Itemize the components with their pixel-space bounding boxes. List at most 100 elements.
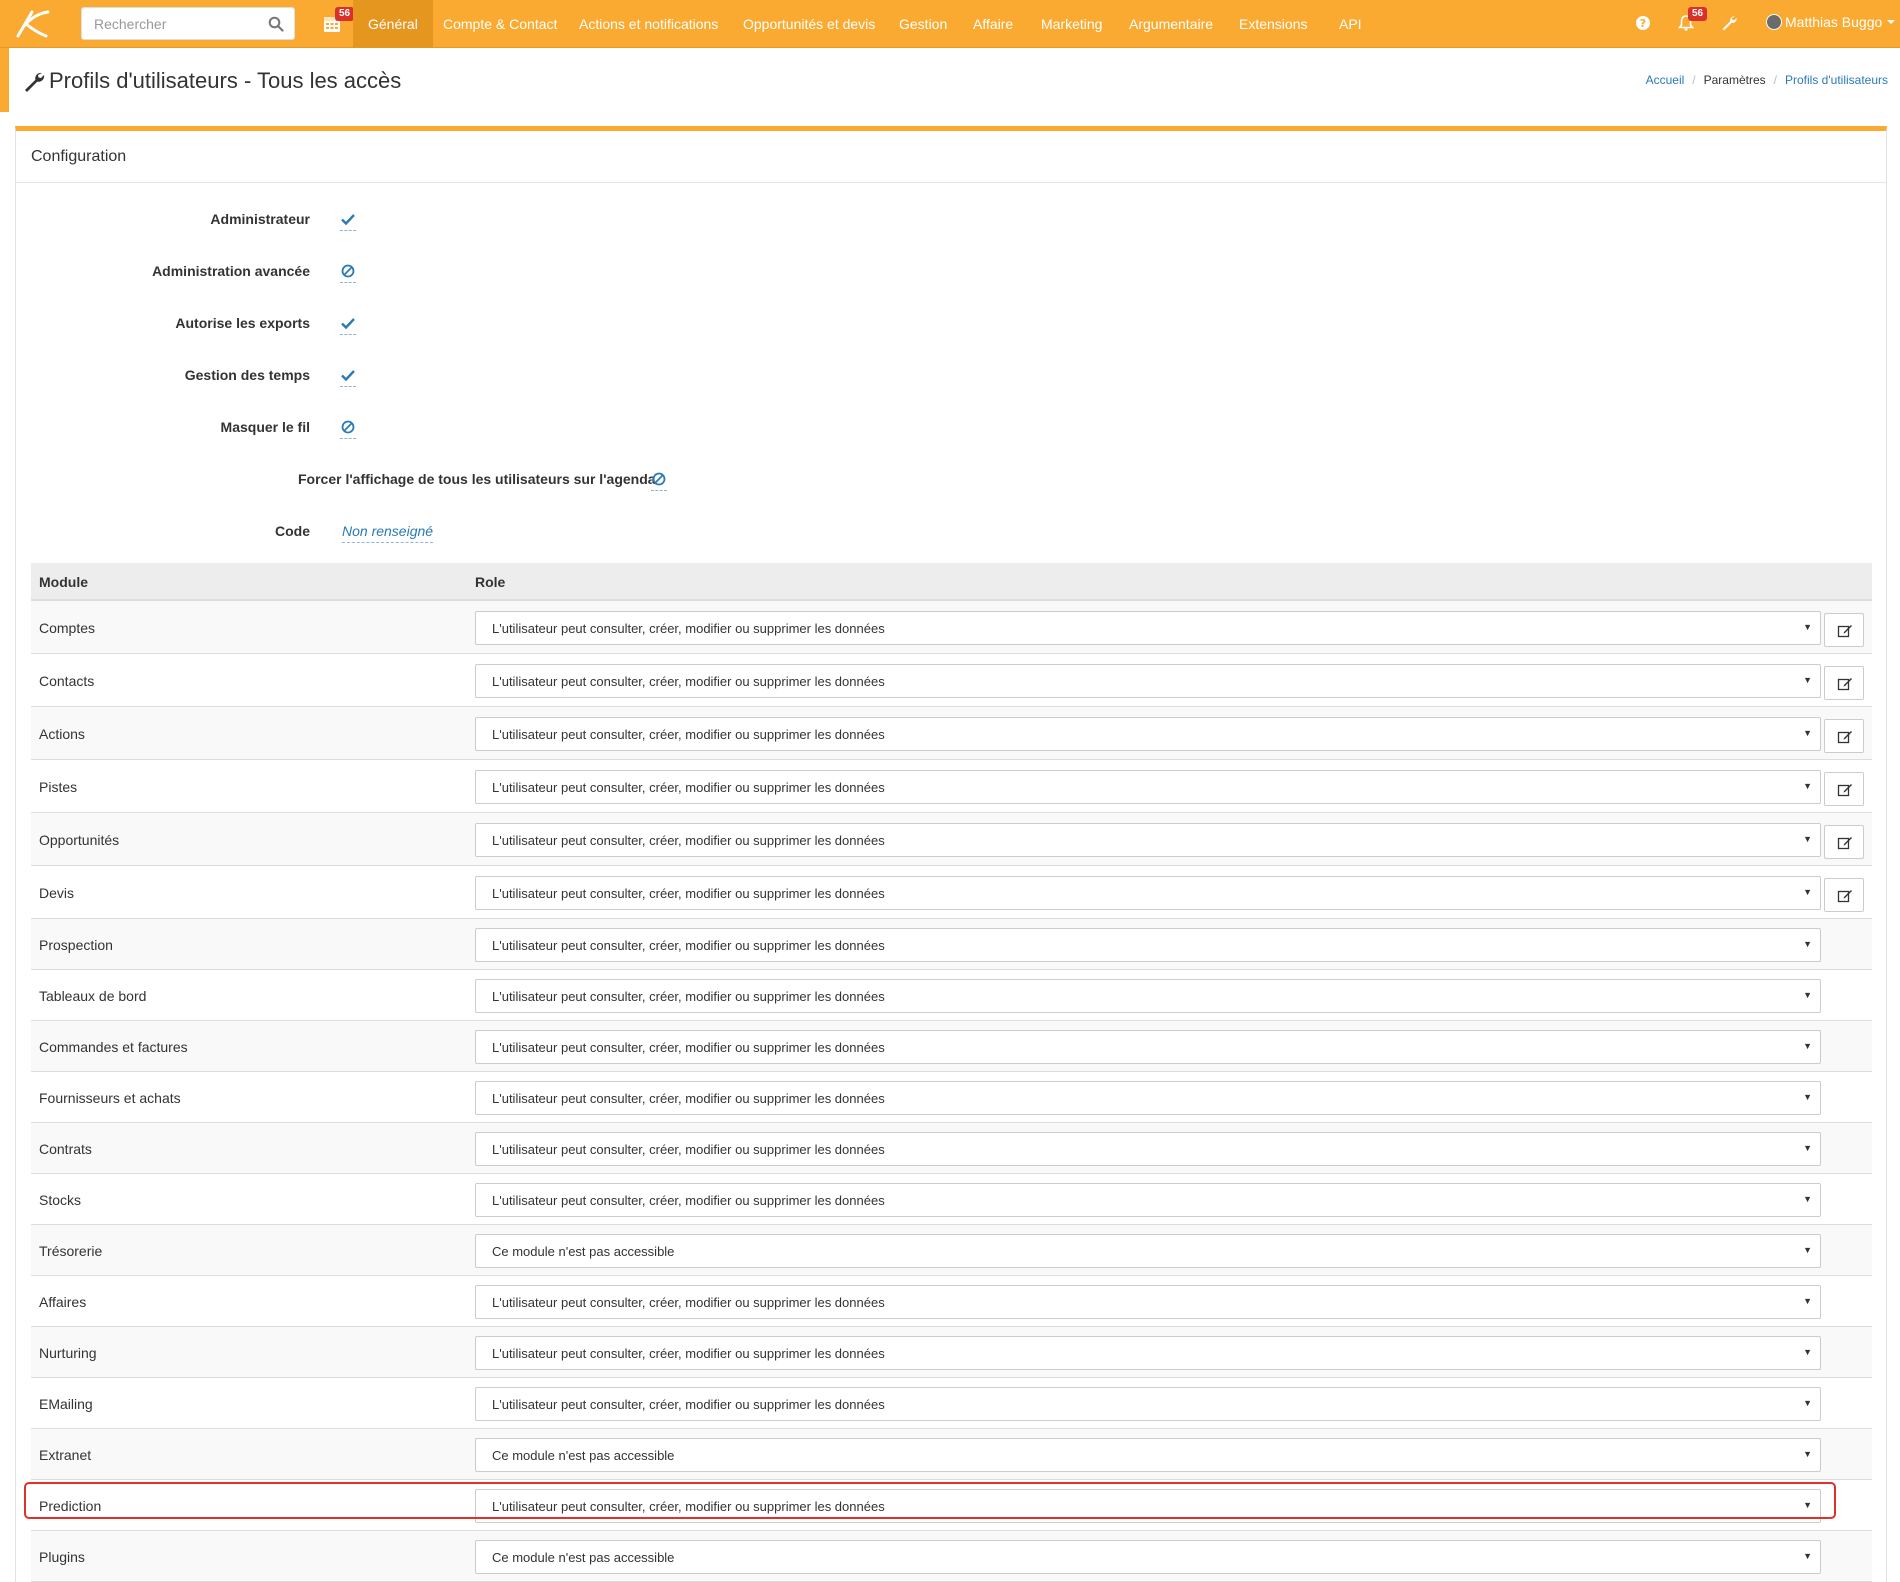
breadcrumb-accueil[interactable]: Accueil [1646, 73, 1685, 87]
app-logo[interactable] [12, 6, 52, 42]
edit-button[interactable] [1824, 878, 1864, 912]
configuration-panel: Configuration Administrateur Administrat… [15, 126, 1887, 1582]
module-role-table: Module Role Comptes L'utilisateur peut co… [31, 563, 1872, 1582]
caret-down-icon [1887, 20, 1896, 24]
edit-icon [1837, 837, 1852, 850]
role-select[interactable]: L'utilisateur peut consulter, créer, mod… [475, 928, 1821, 962]
svg-text:?: ? [1640, 17, 1646, 30]
setting-value-code[interactable]: Non renseigné [342, 523, 434, 543]
help-icon[interactable]: ? [1634, 14, 1652, 32]
search-box[interactable]: Rechercher [81, 7, 295, 40]
module-name: Opportunités [39, 832, 120, 848]
ban-icon [341, 420, 355, 434]
search-icon[interactable] [268, 16, 284, 32]
role-select[interactable]: L'utilisateur peut consulter, créer, mod… [475, 1081, 1821, 1115]
panel-title: Configuration [16, 131, 1886, 183]
setting-value-masquer-fil[interactable] [340, 419, 356, 439]
nav-gestion[interactable]: Gestion [884, 0, 962, 48]
role-select[interactable]: Ce module n'est pas accessible ▼ [475, 1438, 1821, 1472]
role-select-value: L'utilisateur peut consulter, créer, mod… [492, 1397, 885, 1412]
edit-button[interactable] [1824, 825, 1864, 859]
user-menu[interactable]: Matthias Buggo [1766, 14, 1896, 30]
module-name: Trésorerie [39, 1243, 103, 1259]
nav-actions-notifications[interactable]: Actions et notifications [564, 0, 733, 48]
module-name: Nurturing [39, 1345, 97, 1361]
module-name: Commandes et factures [39, 1039, 188, 1055]
role-select[interactable]: L'utilisateur peut consulter, créer, mod… [475, 876, 1821, 910]
role-select-value: L'utilisateur peut consulter, créer, mod… [492, 674, 885, 689]
breadcrumb-profils[interactable]: Profils d'utilisateurs [1785, 73, 1888, 87]
module-name: Comptes [39, 620, 96, 636]
table-body: Comptes L'utilisateur peut consulter, cré… [31, 601, 1872, 1582]
role-select[interactable]: L'utilisateur peut consulter, créer, mod… [475, 1132, 1821, 1166]
dropdown-arrow-icon: ▼ [1803, 622, 1812, 632]
role-select[interactable]: Ce module n'est pas accessible ▼ [475, 1234, 1821, 1268]
role-select[interactable]: L'utilisateur peut consulter, créer, mod… [475, 770, 1821, 804]
nav-general[interactable]: Général [353, 0, 433, 48]
module-name: Fournisseurs et achats [39, 1090, 181, 1106]
role-select-value: L'utilisateur peut consulter, créer, mod… [492, 833, 885, 848]
module-name: EMailing [39, 1396, 93, 1412]
setting-value-administration-avancee[interactable] [340, 263, 356, 283]
role-select[interactable]: L'utilisateur peut consulter, créer, mod… [475, 611, 1821, 645]
avatar [1766, 14, 1782, 30]
table-header: Module Role [31, 563, 1872, 601]
role-select[interactable]: L'utilisateur peut consulter, créer, mod… [475, 979, 1821, 1013]
edit-icon [1837, 731, 1852, 744]
setting-label-code: Code [275, 523, 310, 539]
edit-button[interactable] [1824, 613, 1864, 647]
role-select[interactable]: L'utilisateur peut consulter, créer, mod… [475, 1489, 1821, 1523]
table-row: Prediction L'utilisateur peut consulter, … [31, 1480, 1872, 1531]
table-row: EMailing L'utilisateur peut consulter, cr… [31, 1378, 1872, 1429]
dropdown-arrow-icon: ▼ [1803, 1398, 1812, 1408]
breadcrumb-parametres[interactable]: Paramètres [1704, 73, 1766, 87]
role-select[interactable]: L'utilisateur peut consulter, créer, mod… [475, 717, 1821, 751]
role-select[interactable]: L'utilisateur peut consulter, créer, mod… [475, 1030, 1821, 1064]
role-select[interactable]: Ce module n'est pas accessible ▼ [475, 1540, 1821, 1574]
setting-label-gestion-temps: Gestion des temps [184, 367, 310, 383]
calendar-badge: 56 [335, 7, 355, 21]
breadcrumb-separator: / [1773, 73, 1777, 87]
role-select[interactable]: L'utilisateur peut consulter, créer, mod… [475, 664, 1821, 698]
wrench-icon[interactable] [1720, 14, 1738, 32]
edit-button[interactable] [1824, 666, 1864, 700]
setting-label-administration-avancee: Administration avancée [152, 263, 310, 279]
role-select[interactable]: L'utilisateur peut consulter, créer, mod… [475, 1387, 1821, 1421]
role-select[interactable]: L'utilisateur peut consulter, créer, mod… [475, 1285, 1821, 1319]
setting-value-autorise-exports[interactable] [340, 315, 356, 335]
check-icon [341, 214, 355, 226]
nav-api[interactable]: API [1324, 0, 1377, 48]
nav-extensions[interactable]: Extensions [1224, 0, 1322, 48]
dropdown-arrow-icon: ▼ [1803, 1347, 1812, 1357]
role-select-value: L'utilisateur peut consulter, créer, mod… [492, 938, 885, 953]
nav-compte-contact[interactable]: Compte & Contact [428, 0, 572, 48]
role-select-value: L'utilisateur peut consulter, créer, mod… [492, 621, 885, 636]
setting-value-administrateur[interactable] [340, 211, 356, 231]
edit-button[interactable] [1824, 772, 1864, 806]
module-name: Contrats [39, 1141, 92, 1157]
setting-value-gestion-temps[interactable] [340, 367, 356, 387]
nav-opportunites-devis[interactable]: Opportunités et devis [728, 0, 890, 48]
dropdown-arrow-icon: ▼ [1803, 1092, 1812, 1102]
dropdown-arrow-icon: ▼ [1803, 1143, 1812, 1153]
table-row: Actions L'utilisateur peut consulter, cré… [31, 707, 1872, 760]
header-accent [0, 48, 9, 112]
nav-argumentaire[interactable]: Argumentaire [1114, 0, 1228, 48]
setting-label-administrateur: Administrateur [210, 211, 310, 227]
nav-marketing[interactable]: Marketing [1026, 0, 1117, 48]
role-select[interactable]: L'utilisateur peut consulter, créer, mod… [475, 1183, 1821, 1217]
edit-icon [1837, 625, 1852, 638]
module-name: Prediction [39, 1498, 102, 1514]
nav-affaire[interactable]: Affaire [958, 0, 1028, 48]
table-row: Contacts L'utilisateur peut consulter, cr… [31, 654, 1872, 707]
table-row: Contrats L'utilisateur peut consulter, cr… [31, 1123, 1872, 1174]
setting-value-forcer-affichage[interactable] [651, 471, 667, 491]
edit-button[interactable] [1824, 719, 1864, 753]
role-select-value: L'utilisateur peut consulter, créer, mod… [492, 780, 885, 795]
role-select[interactable]: L'utilisateur peut consulter, créer, mod… [475, 1336, 1821, 1370]
setting-label-masquer-fil: Masquer le fil [220, 419, 310, 435]
table-row: Stocks L'utilisateur peut consulter, crée… [31, 1174, 1872, 1225]
role-select[interactable]: L'utilisateur peut consulter, créer, mod… [475, 823, 1821, 857]
table-row: Fournisseurs et achats L'utilisateur peut… [31, 1072, 1872, 1123]
module-name: Pistes [39, 779, 78, 795]
